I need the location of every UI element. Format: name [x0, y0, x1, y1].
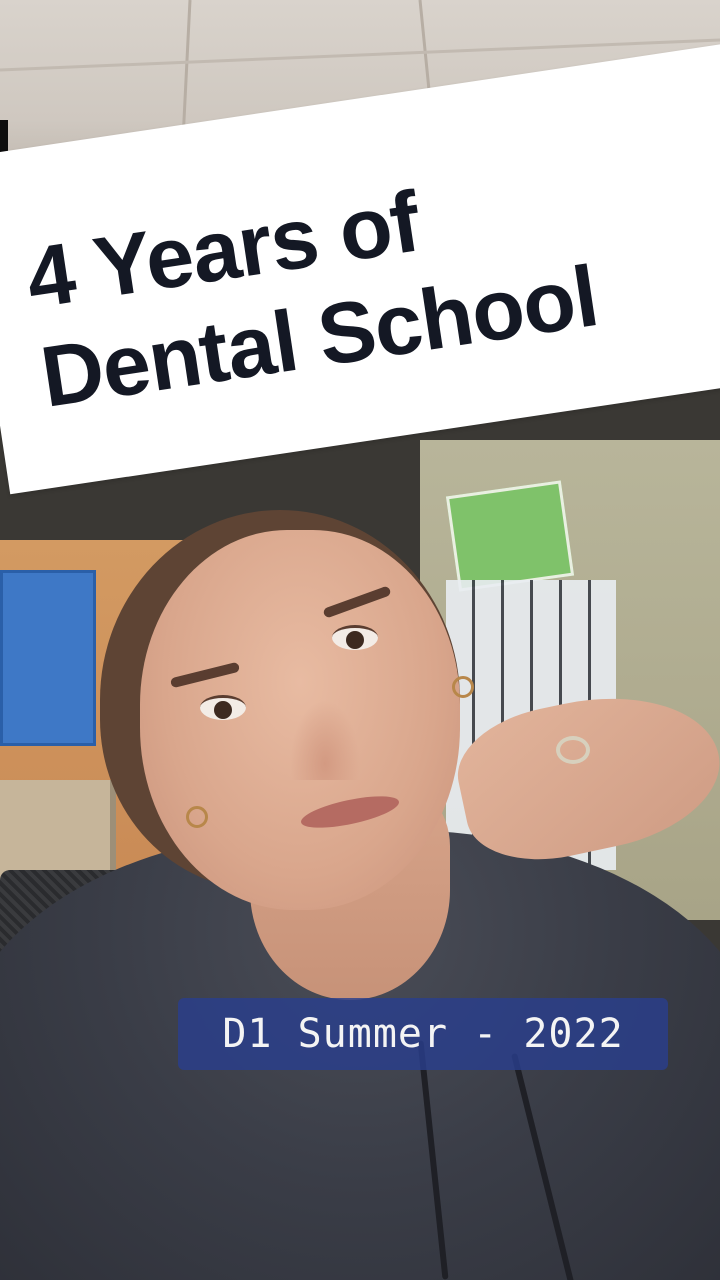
eye-left [200, 695, 246, 720]
nose [290, 700, 360, 780]
caption-box: D1 Summer - 2022 [178, 998, 668, 1070]
cabinet [0, 780, 116, 880]
wall-poster [445, 480, 575, 592]
eye-right [332, 625, 378, 650]
earring-right [452, 676, 474, 698]
earring-left [186, 806, 208, 828]
video-frame: 4 Years of Dental School D1 Summer - 202… [0, 0, 720, 1280]
ring [556, 736, 590, 764]
caption-text: D1 Summer - 2022 [222, 1011, 624, 1057]
bulletin-board [0, 570, 96, 746]
